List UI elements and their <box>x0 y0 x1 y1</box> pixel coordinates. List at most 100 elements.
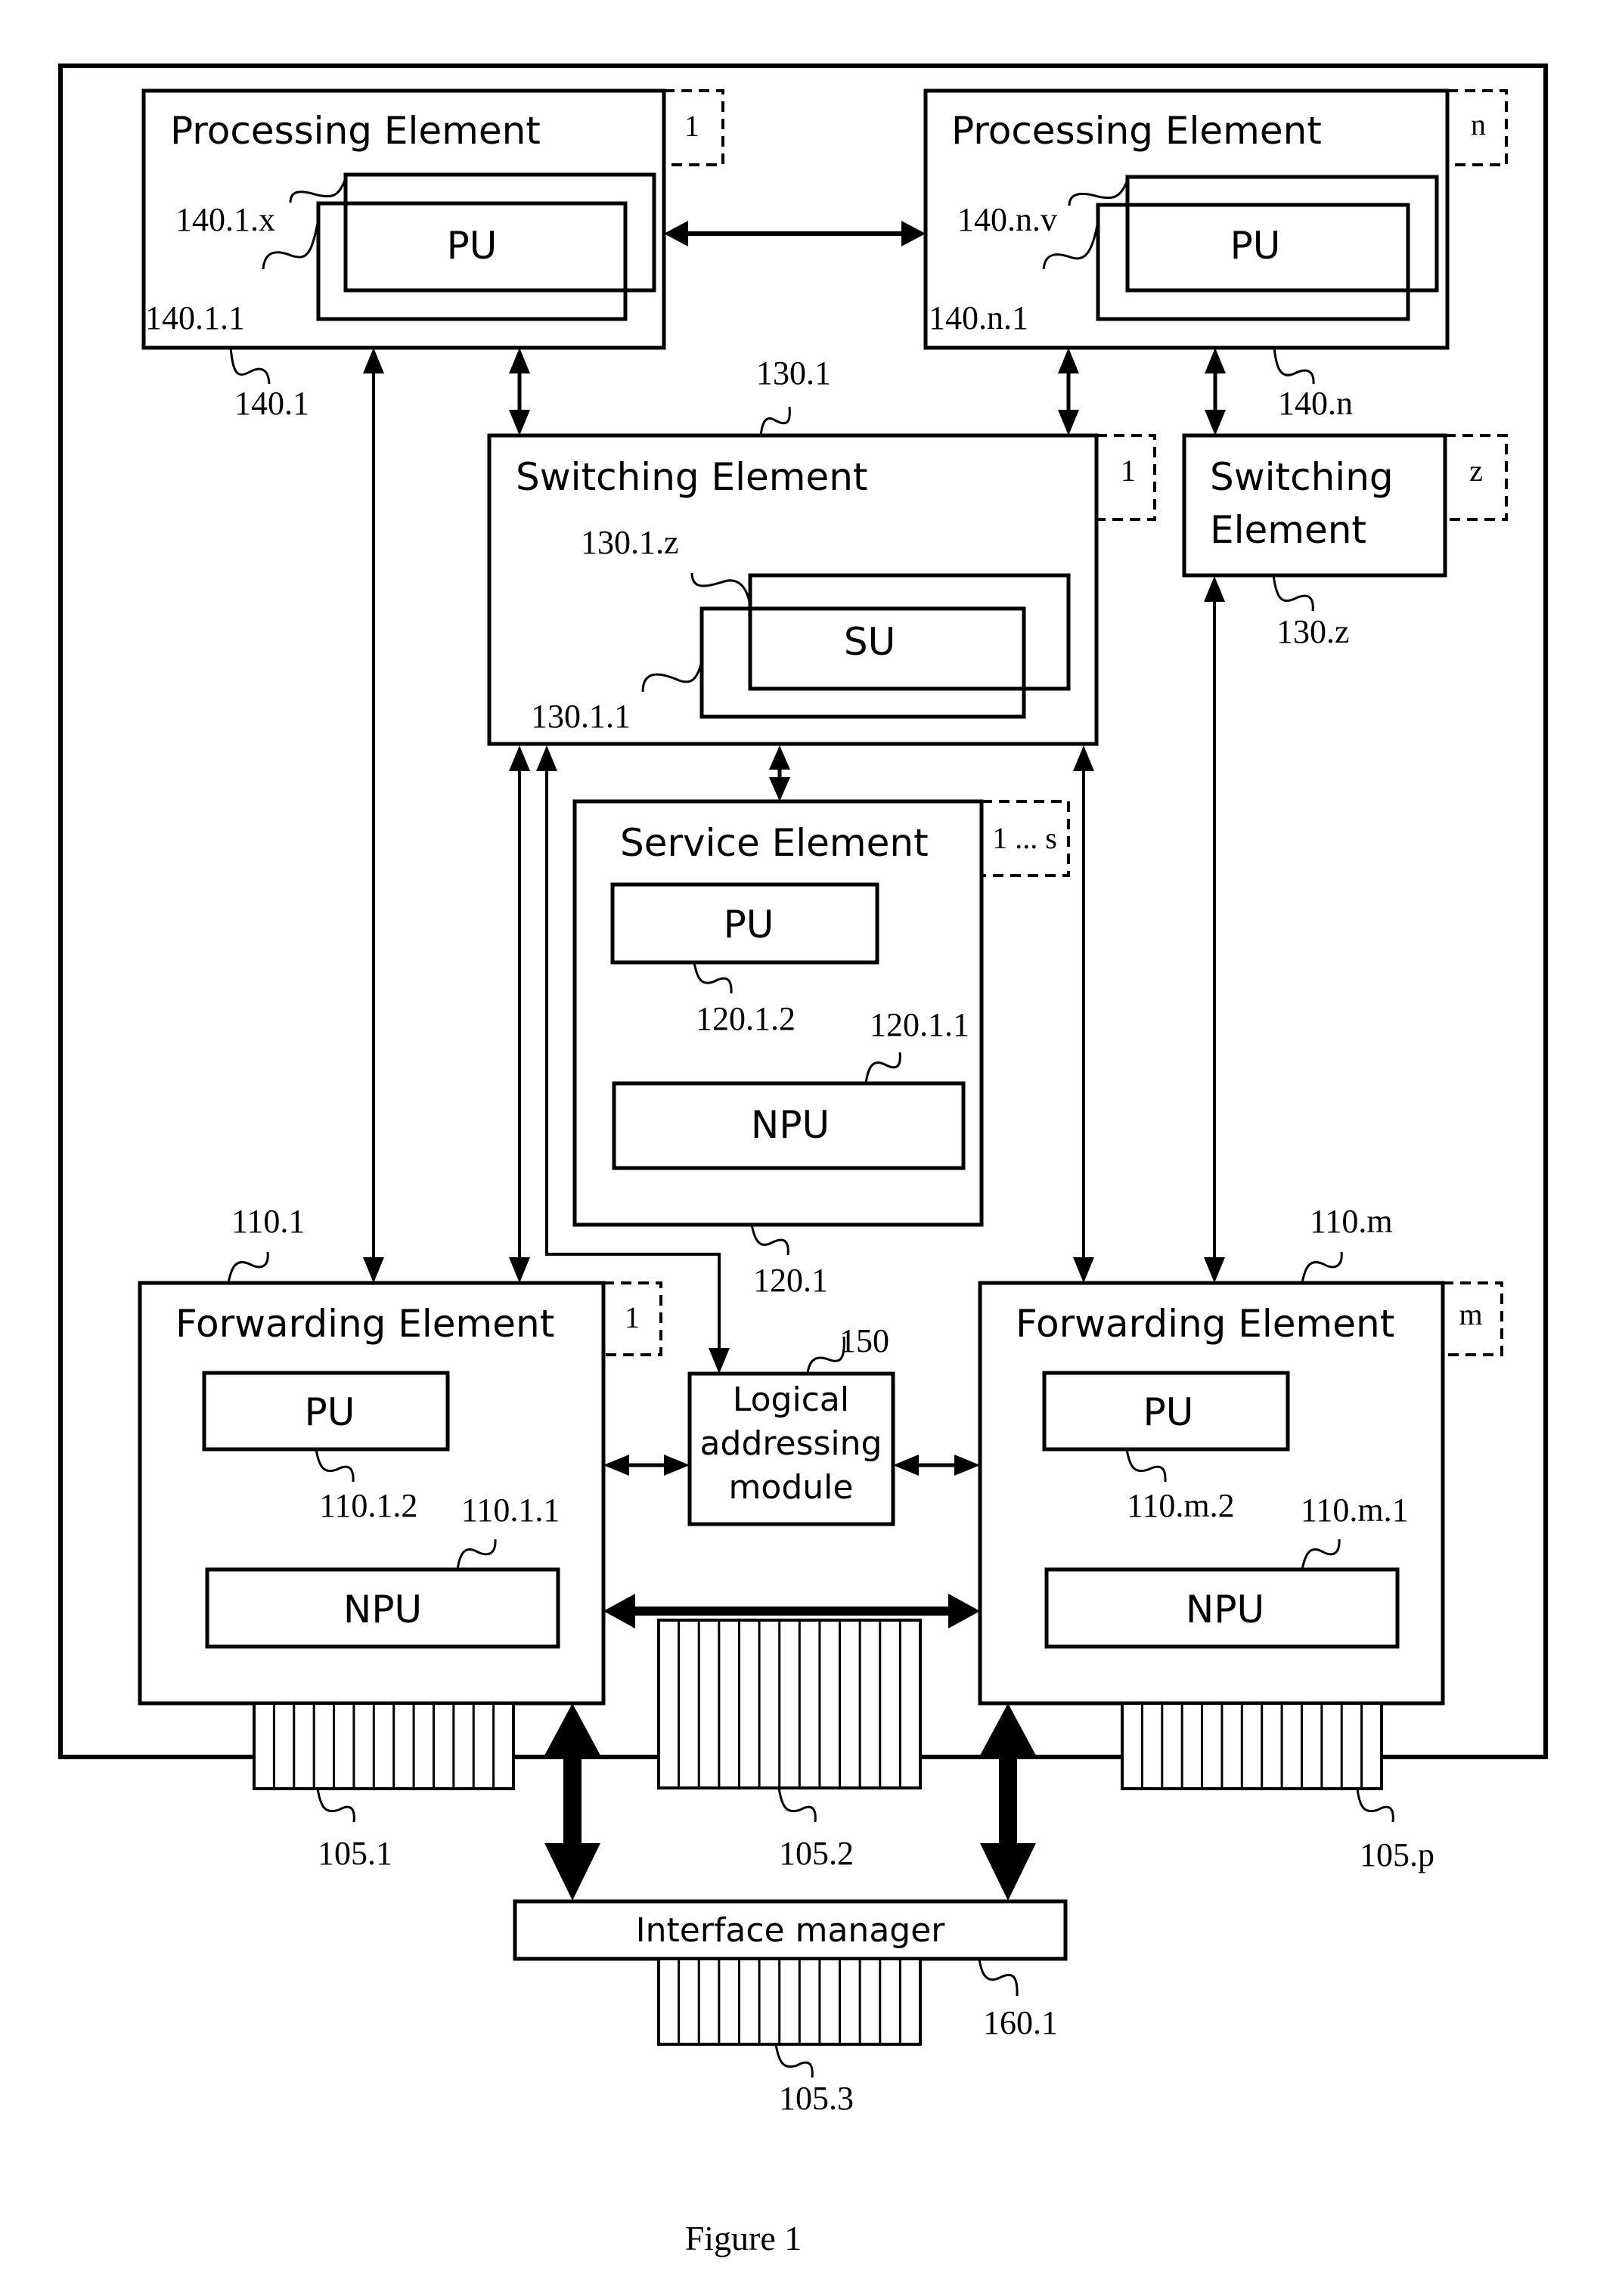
ref-label: 110.1.1 <box>461 1492 560 1529</box>
arrowhead <box>709 1348 730 1374</box>
arrowhead <box>536 745 557 771</box>
leader-line <box>1301 1251 1343 1284</box>
ref-label: 130.1.1 <box>531 698 631 735</box>
processing-element-1: 1 Processing Element PU 140.1.x 140.1.1 … <box>141 88 724 422</box>
leader-line <box>1272 575 1314 612</box>
leader-line <box>774 2043 814 2078</box>
arrowhead <box>948 1594 980 1628</box>
leader-line <box>229 347 271 385</box>
module-label-line-2: addressing <box>700 1424 882 1463</box>
npu-label: NPU <box>751 1103 830 1147</box>
pu-label: PU <box>305 1390 355 1434</box>
arrowhead <box>893 1455 919 1476</box>
switching-element-1: 1 Switching Element SU 130.1.z 130.1.1 1… <box>487 355 1156 746</box>
port-ref-label: 105.3 <box>779 2080 854 2117</box>
ref-label: 120.1.1 <box>870 1006 969 1043</box>
ref-label: 140.n.1 <box>929 299 1028 336</box>
pu-label: PU <box>1230 224 1281 268</box>
element-title: Processing Element <box>170 109 541 153</box>
module-label-line-1: Logical <box>733 1380 849 1419</box>
npu-label: NPU <box>343 1588 422 1631</box>
su-back-rect <box>748 573 1071 691</box>
ref-label: 130.1 <box>756 355 831 392</box>
ref-label: 110.1.2 <box>319 1487 417 1524</box>
multiplicity-label: n <box>1471 107 1486 141</box>
module-label-line-3: module <box>729 1468 854 1507</box>
leader-line <box>750 1224 789 1256</box>
multiplicity-label: 1 <box>684 109 699 143</box>
system-architecture-diagram: 1 Processing Element PU 140.1.x 140.1.1 … <box>58 64 1548 2257</box>
leader-line <box>777 1787 817 1823</box>
port-105-3 <box>657 1957 922 2046</box>
leader-line <box>1356 1788 1394 1823</box>
element-title: Switching Element <box>516 455 868 499</box>
arrowhead <box>603 1594 635 1628</box>
element-title: Forwarding Element <box>175 1302 554 1346</box>
ref-label: 140.1.x <box>175 201 275 238</box>
arrowhead <box>363 348 384 373</box>
pu-label: PU <box>724 903 774 947</box>
arrowhead <box>1058 410 1079 435</box>
port-ref-label: 105.p <box>1360 1836 1434 1873</box>
element-title: Service Element <box>620 821 929 865</box>
leader-line <box>759 406 791 436</box>
port-105-2 <box>657 1619 922 1789</box>
ref-label: 130.z <box>1276 613 1350 650</box>
ref-label: 110.1 <box>231 1203 305 1240</box>
multiplicity-label: z <box>1469 454 1483 488</box>
port-ref-label: 105.2 <box>779 1835 854 1872</box>
leader-line <box>978 1958 1019 1997</box>
multiplicity-label: 1 <box>625 1300 640 1334</box>
arrowhead <box>1073 1257 1094 1283</box>
arrowhead <box>509 745 530 771</box>
leader-line <box>316 1788 355 1823</box>
forwarding-element-1: 1 Forwarding Element PU 110.1.2 110.1.1 … <box>138 1203 662 1706</box>
arrowhead <box>769 777 790 801</box>
arrowhead <box>544 1703 600 1755</box>
arrowhead <box>1058 348 1079 373</box>
arrowhead <box>544 1843 600 1901</box>
arrowhead <box>1204 1257 1225 1283</box>
ref-label: 110.m.1 <box>1301 1492 1409 1529</box>
arrowhead <box>980 1703 1036 1755</box>
leader-line <box>1273 347 1315 385</box>
arrowhead <box>1204 576 1225 602</box>
element-title-line-2: Element <box>1210 508 1366 552</box>
element-title: Processing Element <box>951 109 1322 153</box>
arrowhead <box>1205 348 1226 373</box>
su-label: SU <box>844 620 895 664</box>
interface-manager-label: Interface manager <box>636 1911 946 1950</box>
forwarding-element-m: m Forwarding Element PU 110.m.2 110.m.1 … <box>978 1203 1503 1706</box>
port-ref-label: 105.1 <box>318 1835 392 1872</box>
pu-label: PU <box>447 224 498 268</box>
pu-back-rect <box>1125 175 1439 293</box>
ref-label: 140.1 <box>234 385 309 422</box>
ref-label: 140.n <box>1278 385 1353 422</box>
ref-label: 150 <box>839 1322 889 1359</box>
ref-label: 110.m.2 <box>1127 1487 1235 1524</box>
arrowhead <box>603 1455 629 1476</box>
figure-caption: Figure 1 <box>685 2219 802 2257</box>
ref-label: 110.m <box>1310 1203 1393 1240</box>
port-105-p <box>1121 1702 1383 1790</box>
multiplicity-label: m <box>1459 1297 1482 1331</box>
pu-label: PU <box>1143 1390 1194 1434</box>
switching-element-z: z Switching Element 130.z <box>1182 433 1508 650</box>
arrowhead <box>980 1843 1036 1901</box>
arrowhead <box>769 745 790 770</box>
element-title: Forwarding Element <box>1016 1302 1394 1346</box>
ref-label: 120.1.2 <box>696 1000 796 1037</box>
arrowhead <box>363 1257 384 1283</box>
ref-label: 130.1.z <box>581 524 679 561</box>
arrowhead <box>664 221 688 246</box>
ref-label: 120.1 <box>753 1262 828 1299</box>
arrowhead <box>664 1455 690 1476</box>
arrowhead <box>954 1455 980 1476</box>
ref-label: 160.1 <box>983 2004 1058 2041</box>
leader-line <box>227 1251 269 1284</box>
ref-label: 140.1.1 <box>145 299 245 336</box>
multiplicity-label: 1 ... s <box>992 821 1057 855</box>
port-105-1 <box>253 1702 515 1790</box>
service-element: 1 ... s Service Element PU 120.1.2 120.1… <box>572 799 1070 1299</box>
arrowhead <box>509 348 530 373</box>
